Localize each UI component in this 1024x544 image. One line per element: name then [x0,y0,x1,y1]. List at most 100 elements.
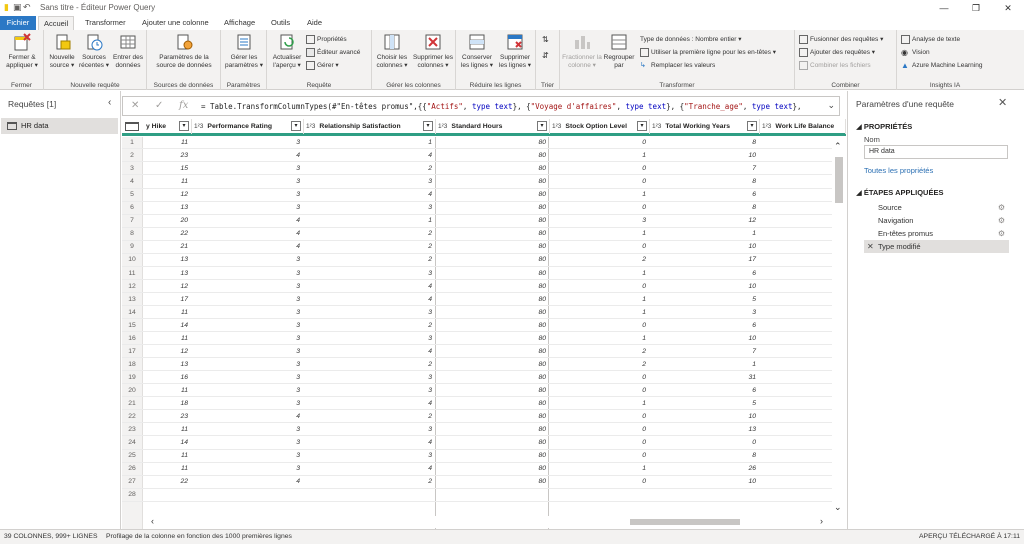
table-cell[interactable]: 22 [144,476,192,488]
table-cell[interactable]: 80 [436,424,550,436]
table-cell[interactable]: 80 [436,176,550,188]
table-cell[interactable]: 15 [144,163,192,175]
table-cell[interactable]: 80 [436,254,550,266]
table-cell[interactable]: 80 [436,346,550,358]
table-cell[interactable]: 16 [144,372,192,384]
table-cell[interactable]: 3 [650,307,760,319]
table-cell[interactable]: 3 [304,372,436,384]
table-cell[interactable]: 80 [436,411,550,423]
table-cell[interactable]: 8 [650,176,760,188]
table-cell[interactable]: 11 [144,385,192,397]
row-number[interactable]: 20 [122,385,142,397]
table-cell[interactable]: 4 [304,294,436,306]
formula-bar[interactable]: ✕ ✓ fx = Table.TransformColumnTypes(#"En… [122,96,840,116]
table-cell[interactable]: 2 [304,359,436,371]
step-source[interactable]: Source ⚙ [864,201,1009,214]
keep-rows-button[interactable]: Conserver les lignes ▾ [458,32,496,69]
table-cell[interactable]: 10 [650,411,760,423]
first-row-headers-button[interactable]: Utiliser la première ligne pour les en-t… [640,47,776,58]
gear-icon[interactable]: ⚙ [998,214,1005,227]
table-cell[interactable]: 1 [304,215,436,227]
vertical-scroll-thumb[interactable] [835,157,843,203]
data-type-icon[interactable]: 1²3 [438,123,447,130]
column-header[interactable]: 1²3 Performance Rating ▾ [192,119,304,134]
table-cell[interactable]: 3 [304,307,436,319]
row-number[interactable]: 4 [122,176,142,188]
vertical-scrollbar[interactable]: ⌃ ⌄ [832,137,846,515]
row-number[interactable]: 8 [122,228,142,240]
table-cell[interactable]: 7 [650,346,760,358]
table-cell[interactable]: 11 [144,450,192,462]
tab-affichage[interactable]: Affichage [219,16,260,30]
row-number[interactable]: 9 [122,241,142,253]
row-number[interactable]: 10 [122,254,142,266]
table-cell[interactable]: 5 [650,398,760,410]
table-cell[interactable]: 3 [192,346,304,358]
table-cell[interactable]: 3 [192,268,304,280]
table-cell[interactable]: 11 [144,333,192,345]
table-cell[interactable]: 3 [192,450,304,462]
filter-dropdown-icon[interactable]: ▾ [747,121,757,131]
gear-icon[interactable]: ⚙ [998,201,1005,214]
table-cell[interactable]: 13 [144,254,192,266]
table-cell[interactable]: 0 [550,137,650,149]
row-number[interactable]: 28 [122,489,142,501]
sort-asc-icon[interactable]: ⇅ [542,34,549,45]
table-cell[interactable]: 80 [436,437,550,449]
table-cell[interactable]: 3 [192,359,304,371]
table-cell[interactable]: 13 [144,202,192,214]
tab-accueil[interactable]: Accueil [38,16,75,31]
table-cell[interactable]: 80 [436,359,550,371]
table-cell[interactable]: 2 [304,320,436,332]
cancel-formula-icon[interactable]: ✕ [131,100,139,111]
remove-columns-button[interactable]: Supprimer les colonnes ▾ [412,32,454,69]
table-cell[interactable]: 4 [304,346,436,358]
table-cell[interactable]: 4 [192,228,304,240]
table-cell[interactable]: 4 [192,150,304,162]
table-cell[interactable]: 3 [550,215,650,227]
table-cell[interactable]: 22 [144,228,192,240]
formula-text[interactable]: = Table.TransformColumnTypes(#"En-têtes … [201,102,802,111]
table-cell[interactable]: 4 [304,437,436,449]
table-cell[interactable]: 80 [436,137,550,149]
table-cell[interactable]: 4 [304,189,436,201]
table-menu-icon[interactable] [125,122,139,131]
table-cell[interactable]: 1 [550,150,650,162]
table-cell[interactable]: 31 [650,372,760,384]
table-cell[interactable]: 0 [550,385,650,397]
table-cell[interactable]: 10 [650,150,760,162]
table-cell[interactable]: 3 [192,463,304,475]
table-cell[interactable]: 3 [192,137,304,149]
table-cell[interactable]: 0 [550,281,650,293]
scroll-right-icon[interactable]: › [820,516,823,526]
row-number[interactable]: 5 [122,189,142,201]
table-cell[interactable]: 80 [436,268,550,280]
table-cell[interactable]: 3 [304,333,436,345]
table-cell[interactable]: 80 [436,215,550,227]
column-header[interactable]: 1²3 Total Working Years ▾ [650,119,760,134]
table-cell[interactable]: 3 [304,450,436,462]
table-cell[interactable]: 14 [144,320,192,332]
row-number[interactable]: 26 [122,463,142,475]
append-queries-button[interactable]: Ajouter des requêtes ▾ [799,47,875,58]
azure-ml-button[interactable]: ▲ Azure Machine Learning [901,60,982,71]
table-cell[interactable]: 0 [550,450,650,462]
column-header[interactable]: 1²3 Relationship Satisfaction ▾ [304,119,436,134]
close-icon[interactable]: ✕ [992,0,1024,16]
table-cell[interactable]: 0 [550,241,650,253]
replace-values-button[interactable]: ↳ Remplacer les valeurs [640,60,715,71]
table-cell[interactable]: 2 [304,411,436,423]
table-cell[interactable]: 2 [550,359,650,371]
table-cell[interactable]: 1 [650,228,760,240]
table-cell[interactable]: 1 [304,137,436,149]
data-type-icon[interactable]: 1²3 [762,123,771,130]
table-cell[interactable]: 17 [650,254,760,266]
table-cell[interactable]: 2 [304,254,436,266]
manage-button[interactable]: Gérer ▾ [306,60,339,71]
close-pane-icon[interactable]: ✕ [998,96,1007,109]
collapse-pane-icon[interactable]: ‹ [108,97,111,108]
table-cell[interactable]: 12 [650,215,760,227]
table-cell[interactable]: 80 [436,476,550,488]
filter-dropdown-icon[interactable]: ▾ [179,121,189,131]
recent-sources-button[interactable]: Sources récentes ▾ [79,32,109,69]
